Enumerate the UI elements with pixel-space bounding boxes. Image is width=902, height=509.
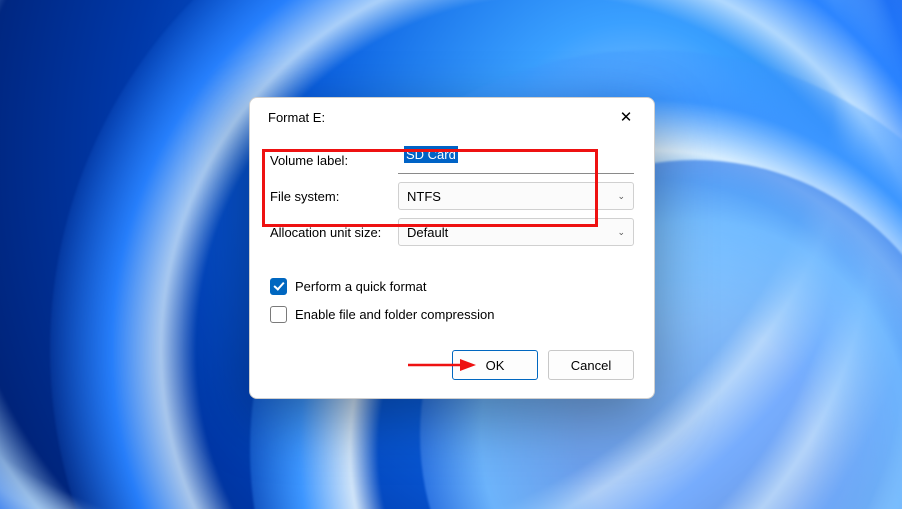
compression-row[interactable]: Enable file and folder compression <box>270 302 634 326</box>
quick-format-row[interactable]: Perform a quick format <box>270 274 634 298</box>
titlebar: Format E: ✕ <box>250 98 654 136</box>
volume-label-value: SD Card <box>404 146 458 163</box>
cancel-button[interactable]: Cancel <box>548 350 634 380</box>
file-system-label: File system: <box>270 189 398 204</box>
allocation-label: Allocation unit size: <box>270 225 398 240</box>
volume-label-label: Volume label: <box>270 153 398 168</box>
volume-label-input[interactable]: SD Card <box>398 147 634 174</box>
quick-format-label: Perform a quick format <box>295 279 427 294</box>
compression-label: Enable file and folder compression <box>295 307 494 322</box>
chevron-down-icon: ⌄ <box>617 191 625 202</box>
quick-format-checkbox[interactable] <box>270 278 287 295</box>
chevron-down-icon: ⌄ <box>617 227 625 238</box>
dialog-title: Format E: <box>268 110 325 125</box>
ok-button[interactable]: OK <box>452 350 538 380</box>
close-icon: ✕ <box>620 110 633 125</box>
file-system-value: NTFS <box>407 189 441 204</box>
format-dialog: Format E: ✕ Volume label: SD Card File s… <box>249 97 655 399</box>
allocation-value: Default <box>407 225 448 240</box>
compression-checkbox[interactable] <box>270 306 287 323</box>
file-system-select[interactable]: NTFS ⌄ <box>398 182 634 210</box>
allocation-select[interactable]: Default ⌄ <box>398 218 634 246</box>
close-button[interactable]: ✕ <box>612 103 640 131</box>
